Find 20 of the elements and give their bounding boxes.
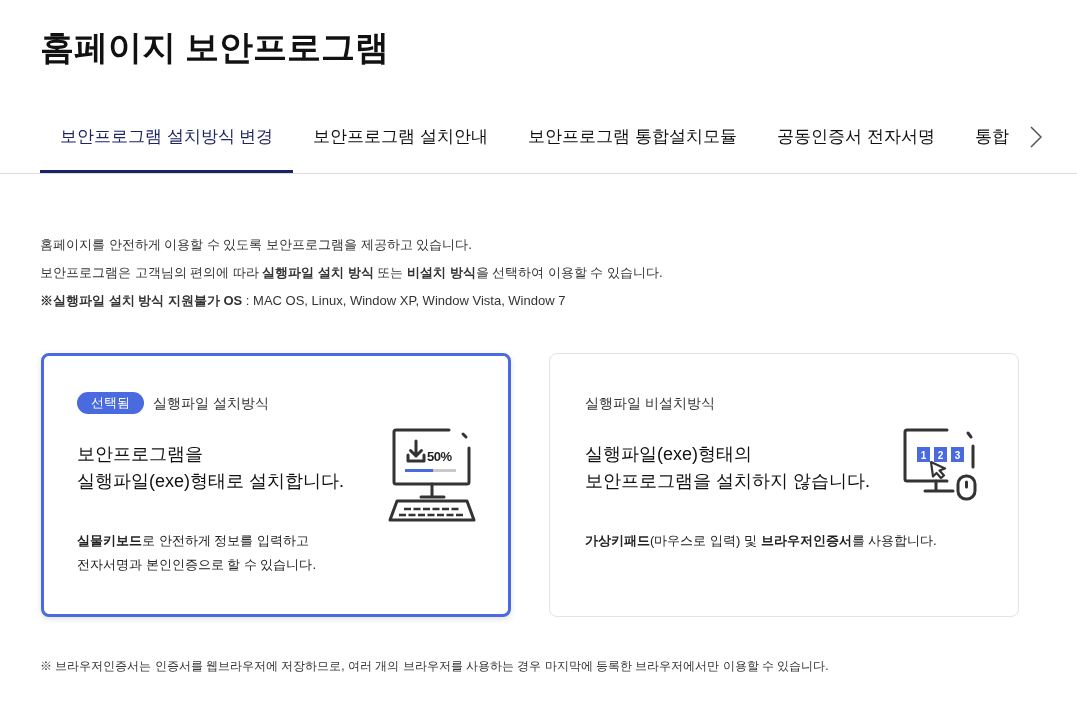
footnote-text: ※ 브라우저인증서는 인증서를 웹브라우저에 저장하므로, 여러 개의 브라우저를 사용하는 경우 마지막에 등록한 브라우저에서만 이용할 수 있습니다. — [40, 658, 829, 675]
tab[interactable]: 통합 — [954, 100, 1009, 173]
intro-text: ※실행파일 설치 방식 지원불가 OS : MAC OS, Linux, Window XP, Window Vista, Window 7 — [40, 292, 566, 310]
tab[interactable]: 공동인증서 전자서명 — [756, 100, 955, 173]
option-card[interactable]: 선택됨 실행파일 설치방식 보안프로그램을 실행파일(exe)형태로 설치합니다. 실물키보드로 안전하게 정보를 입력하고 전자서명과 본인인증으로 할 수 있습니다. 50% — [41, 353, 511, 617]
chevron-right-icon[interactable] — [1030, 125, 1042, 148]
option-card[interactable]: 실행파일 비설치방식 실행파일(exe)형태의 보안프로그램을 설치하지 않습니다. 가상키패드(마우스로 입력) 및 브라우저인증서를 사용합니다. 1 2 3 — [549, 353, 1019, 617]
option-label: 실행파일 설치방식 — [153, 393, 269, 413]
selected-badge: 선택됨 — [77, 392, 144, 414]
option-label: 실행파일 비설치방식 — [585, 393, 715, 413]
tab[interactable]: 보안프로그램 통합설치모듈 — [508, 100, 757, 173]
tab[interactable]: 보안프로그램 설치방식 변경 — [40, 100, 294, 173]
option-title: 실행파일(exe)형태의 보안프로그램을 설치하지 않습니다. — [585, 443, 870, 493]
option-description: 가상키패드(마우스로 입력) 및 브라우저인증서를 사용합니다. — [585, 532, 937, 550]
option-description: 실물키보드로 안전하게 정보를 입력하고 전자서명과 본인인증으로 할 수 있습니다. — [77, 532, 317, 574]
option-title: 보안프로그램을 실행파일(exe)형태로 설치합니다. — [77, 443, 344, 493]
intro-text: 보안프로그램은 고객님의 편의에 따라 실행파일 설치 방식 또는 비설치 방식을 선택하여 이용할 수 있습니다. — [40, 264, 663, 282]
tab[interactable]: 보안프로그램 설치안내 — [293, 100, 509, 173]
intro-text: 홈페이지를 안전하게 이용할 수 있도록 보안프로그램을 제공하고 있습니다. — [40, 236, 472, 254]
page-title: 홈페이지 보안프로그램 — [40, 27, 390, 68]
